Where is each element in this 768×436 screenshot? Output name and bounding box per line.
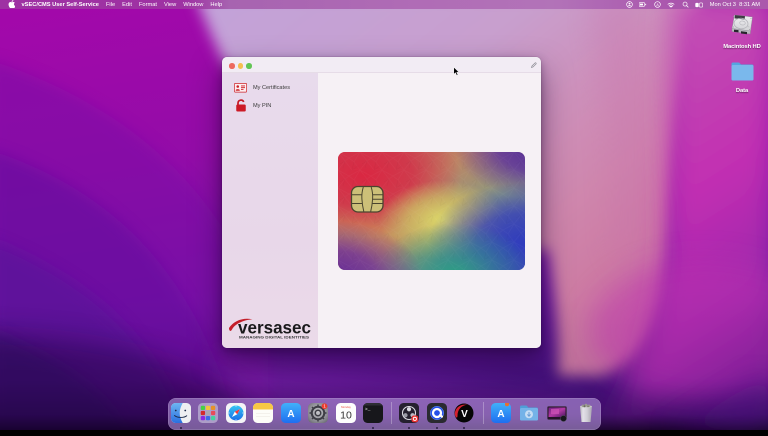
svg-text:A: A bbox=[656, 3, 659, 7]
svg-text:>_: >_ bbox=[365, 407, 371, 413]
svg-text:A: A bbox=[497, 409, 504, 420]
svg-text:V: V bbox=[461, 409, 468, 420]
svg-text:A: A bbox=[287, 409, 294, 420]
svg-text:10: 10 bbox=[340, 410, 352, 422]
svg-text:Monday: Monday bbox=[341, 405, 351, 409]
svg-text:MANAGING DIGITAL IDENTITIES: MANAGING DIGITAL IDENTITIES bbox=[239, 335, 310, 339]
